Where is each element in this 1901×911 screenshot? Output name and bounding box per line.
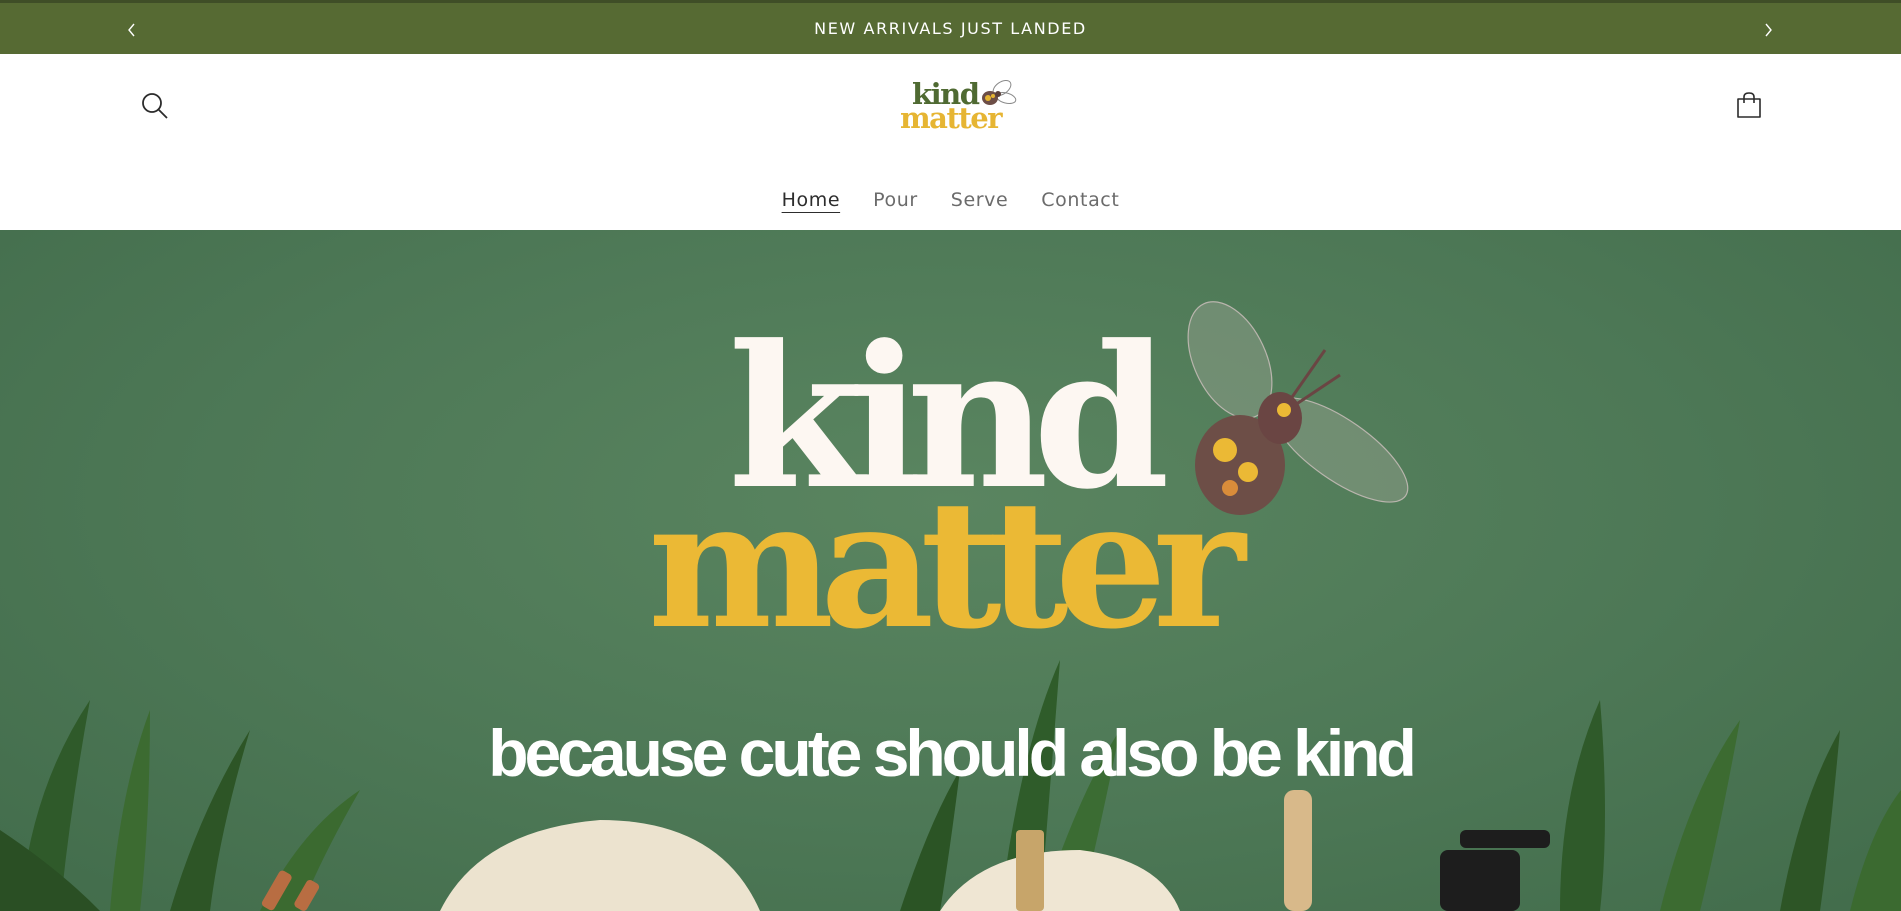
search-icon xyxy=(142,93,168,119)
chevron-right-icon xyxy=(1765,23,1772,37)
nav-item-pour[interactable]: Pour xyxy=(873,182,918,218)
search-button[interactable] xyxy=(133,84,177,128)
cart-icon xyxy=(1737,92,1761,118)
chevron-left-icon xyxy=(128,23,135,37)
site-header: kind matter Home Pour Serve Contact xyxy=(0,54,1901,230)
bee-icon xyxy=(982,79,1017,105)
nav-item-serve[interactable]: Serve xyxy=(951,182,1009,218)
announcement-next-button[interactable] xyxy=(1748,3,1788,57)
site-logo[interactable]: kind matter xyxy=(890,74,1020,144)
nav-item-home[interactable]: Home xyxy=(782,182,841,218)
cart-button[interactable] xyxy=(1727,84,1771,128)
announcement-prev-button[interactable] xyxy=(112,3,152,57)
hero-tagline: because cute should also be kind xyxy=(488,716,1417,790)
announcement-bar: NEW ARRIVALS JUST LANDED xyxy=(0,0,1901,54)
hero-banner[interactable]: kind matter because cute should also be … xyxy=(0,230,1901,911)
hero-title-matter: matter xyxy=(648,461,1246,668)
nav-item-contact[interactable]: Contact xyxy=(1041,182,1119,218)
main-nav: Home Pour Serve Contact xyxy=(0,182,1901,218)
announcement-text: NEW ARRIVALS JUST LANDED xyxy=(814,19,1087,38)
